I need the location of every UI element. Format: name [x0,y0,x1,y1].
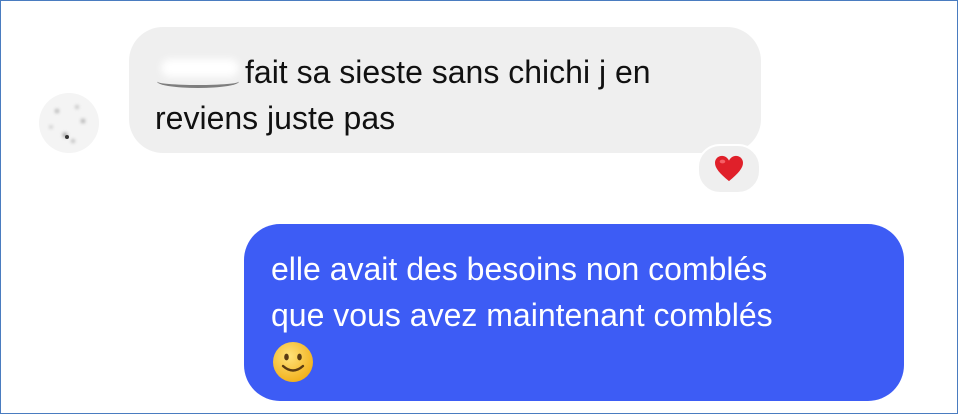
heart-icon [715,155,743,182]
incoming-message-line-1: fait sa sieste sans chichi j en [245,54,651,90]
outgoing-message-line-2: que vous avez maintenant comblés [271,297,773,333]
incoming-message-line-2: reviens juste pas [155,100,396,136]
sender-avatar[interactable] [37,91,101,155]
reaction-badge[interactable] [697,144,761,194]
outgoing-message-bubble[interactable]: elle avait des besoins non comblés que v… [244,224,904,401]
redacted-sender-name [155,57,239,88]
smiley-face-icon [273,342,313,382]
conversation-frame: fait sa sieste sans chichi j en reviens … [0,0,958,414]
outgoing-message-line-1: elle avait des besoins non comblés [271,251,768,287]
incoming-message-bubble[interactable]: fait sa sieste sans chichi j en reviens … [129,27,761,153]
